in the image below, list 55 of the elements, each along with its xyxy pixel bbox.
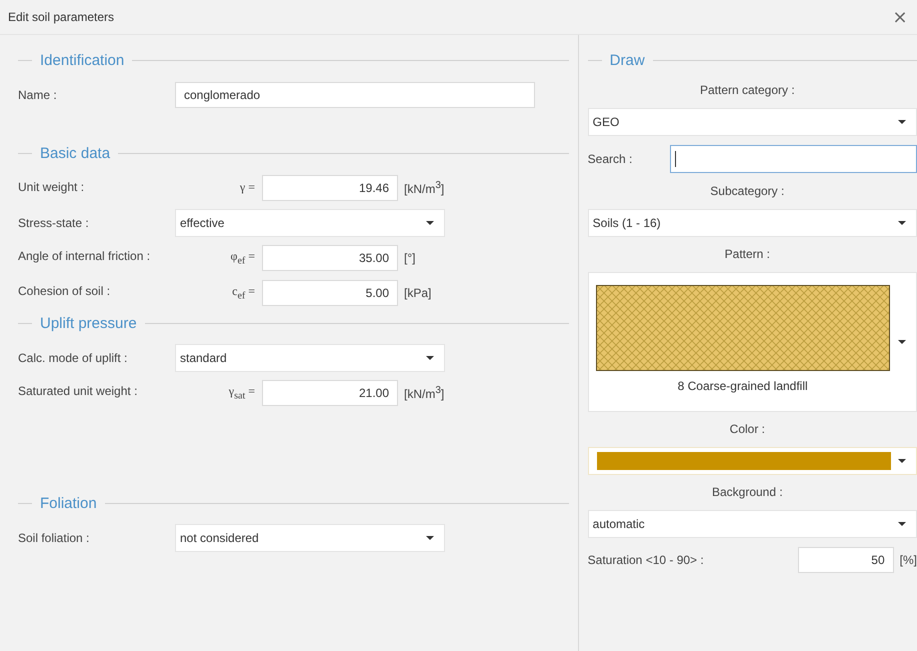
field-label: Stress-state : xyxy=(18,216,90,230)
field-label: Saturation <10 - 90> : xyxy=(588,552,705,566)
field-label: Saturated unit weight : xyxy=(18,384,138,400)
input-field[interactable]: conglomerado xyxy=(175,82,535,108)
unit-label: [kN/m$^{3}$] xyxy=(404,384,444,400)
text-cursor xyxy=(674,151,676,167)
symbol-label: γ$_{sat}$ = xyxy=(228,384,255,402)
field-label: Soil foliation : xyxy=(18,530,90,544)
section-title: Uplift pressure xyxy=(40,314,137,332)
dropdown[interactable]: automatic xyxy=(588,510,917,538)
caret-icon xyxy=(898,120,906,124)
unit-label: [kPa] xyxy=(404,286,432,300)
pattern-dropdown[interactable]: 8 Coarse-grained landfill xyxy=(588,272,917,412)
dropdown[interactable]: not considered xyxy=(175,524,445,552)
search-field[interactable] xyxy=(670,145,917,173)
caret-icon xyxy=(898,522,906,526)
section-title: Draw xyxy=(610,52,645,68)
window-title: Edit soil parameters xyxy=(8,10,114,24)
field-label: Cohesion of soil : xyxy=(18,284,110,300)
unit-label: [°] xyxy=(404,250,416,264)
input-field[interactable]: 19.46 xyxy=(262,174,398,200)
section-title: Identification xyxy=(40,52,124,68)
field-label: Calc. mode of uplift : xyxy=(18,350,128,364)
input-field[interactable]: 21.00 xyxy=(262,380,398,406)
caret-icon xyxy=(898,221,906,225)
field-label: Search : xyxy=(588,152,634,166)
symbol-label: φ$_{ef}$ = xyxy=(230,248,255,266)
caret-icon xyxy=(898,340,906,344)
dropdown[interactable]: standard xyxy=(175,344,445,372)
caret-icon xyxy=(426,220,434,224)
section-title: Basic data xyxy=(40,144,110,162)
symbol-label: c$_{ef}$ = xyxy=(232,284,255,302)
section-title: Foliation xyxy=(40,494,97,512)
input-field[interactable]: 50 xyxy=(798,546,894,572)
close-button[interactable]: × xyxy=(883,2,917,32)
dropdown[interactable]: Soils (1 - 16) xyxy=(588,209,917,237)
input-field[interactable]: 35.00 xyxy=(262,244,398,270)
dropdown[interactable]: effective xyxy=(175,208,445,236)
caret-icon xyxy=(426,356,434,360)
field-label: Color : xyxy=(728,421,766,438)
field-label: Unit weight : xyxy=(18,180,84,195)
caret-icon xyxy=(898,459,906,463)
field-label: Angle of internal friction : xyxy=(18,248,150,265)
caret-icon xyxy=(426,536,434,540)
field-label: Name : xyxy=(18,88,58,102)
field-label: Subcategory : xyxy=(709,183,786,200)
symbol-label: γ = xyxy=(240,180,255,195)
field-label: Pattern category : xyxy=(698,82,796,99)
dropdown[interactable]: GEO xyxy=(588,108,917,136)
unit-label: [kN/m$^{3}$] xyxy=(404,180,444,196)
field-label: Pattern : xyxy=(724,246,771,263)
unit-label: [%] xyxy=(900,552,917,566)
field-label: Background : xyxy=(710,484,784,501)
input-field[interactable]: 5.00 xyxy=(262,280,398,306)
color-dropdown[interactable] xyxy=(588,447,917,475)
